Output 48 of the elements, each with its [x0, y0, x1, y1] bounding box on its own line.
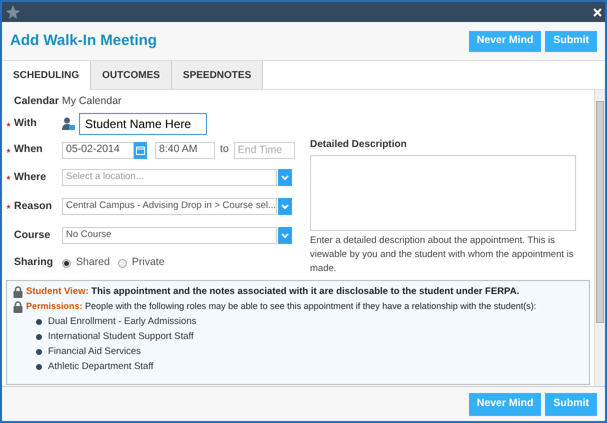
chevron-down-icon	[281, 174, 289, 180]
lock-icon	[13, 300, 23, 312]
field-label: With	[14, 116, 37, 132]
radio-option[interactable]: Shared	[62, 255, 110, 271]
end-time-field[interactable]: End Time	[234, 142, 295, 158]
radio-option[interactable]: Private	[118, 255, 165, 271]
lock-icon	[13, 286, 23, 298]
star-logo-icon	[5, 4, 21, 20]
field-label: When	[14, 142, 43, 158]
field-label: Course	[14, 228, 50, 243]
bullet-icon	[36, 318, 42, 324]
student-name-field[interactable]: Student Name Here	[79, 113, 207, 135]
person-lookup-icon[interactable]	[62, 117, 75, 131]
start-time-field[interactable]: 8:40 AM	[155, 142, 215, 158]
role-item: Dual Enrollment - Early Admissions	[48, 315, 196, 328]
select-field[interactable]: Central Campus - Advising Drop in > Course sel...	[62, 198, 277, 215]
role-item: Athletic Department Staff	[48, 360, 154, 373]
bullet-icon	[36, 348, 42, 354]
permissions-notice: Permissions: People with the following roles may be able to see this appointment if they have a relationship with the student(s):	[26, 300, 536, 313]
field-label: Reason	[14, 198, 52, 214]
bullet-icon	[36, 364, 42, 370]
dialog-title: Add Walk-In Meeting	[10, 30, 157, 51]
description-label: Detailed Description	[310, 138, 408, 152]
chevron-down-icon	[281, 204, 289, 210]
description-field[interactable]	[310, 155, 576, 231]
student-view-notice: Student View: This appointment and the notes associated with it are disclosable to the student under FERPA.	[26, 285, 520, 298]
field-label: Calendar	[14, 94, 59, 109]
field-label: Sharing	[14, 255, 54, 270]
select-field[interactable]: No Course	[62, 227, 277, 244]
to-label: to	[220, 142, 229, 158]
tab[interactable]: SCHEDULING	[2, 61, 92, 90]
tab[interactable]: OUTCOMES	[91, 61, 172, 89]
calendar-icon	[136, 146, 145, 154]
dropdown-button[interactable]	[278, 169, 292, 186]
role-item: Financial Aid Services	[48, 345, 141, 358]
close-icon[interactable]	[593, 8, 602, 16]
bullet-icon	[36, 334, 42, 340]
description-help: Enter a detailed description about the appointment. This is viewable by you and the student with whom the appointment is made.	[310, 234, 575, 276]
date-field[interactable]: 05-02-2014	[62, 142, 134, 158]
dropdown-button[interactable]	[278, 227, 292, 244]
dropdown-button[interactable]	[278, 198, 292, 215]
role-item: International Student Support Staff	[48, 330, 194, 343]
calendar-button[interactable]	[134, 142, 147, 158]
scrollbar[interactable]	[594, 90, 605, 386]
calendar-value: My Calendar	[62, 94, 122, 109]
field-label: Where	[14, 170, 46, 185]
chevron-down-icon	[281, 232, 289, 238]
tab[interactable]: SPEEDNOTES	[172, 61, 264, 89]
